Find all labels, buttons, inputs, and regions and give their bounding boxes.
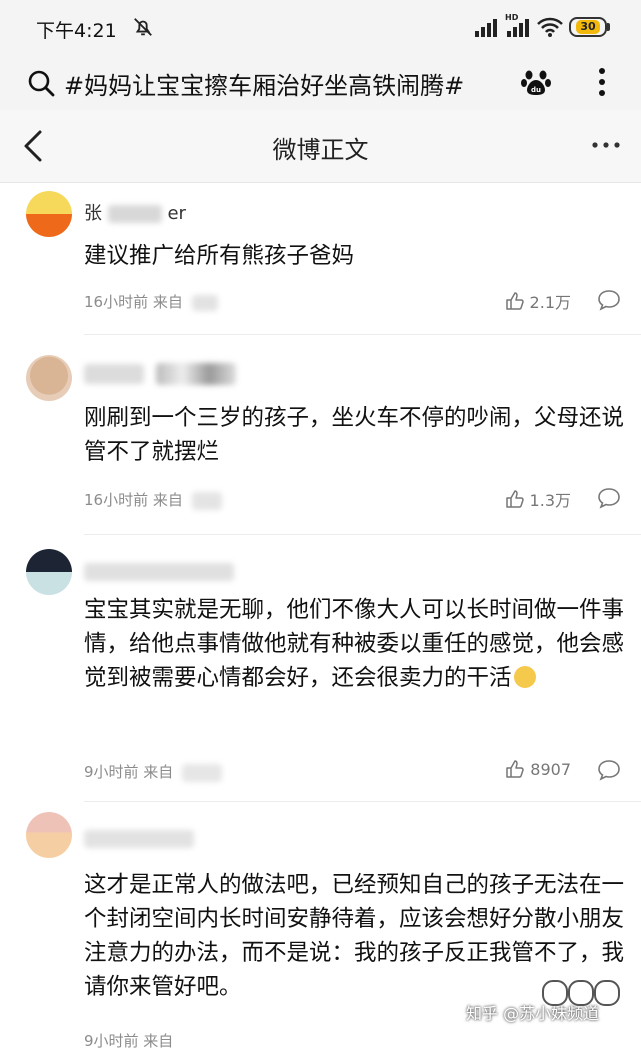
emoji-icon bbox=[542, 980, 568, 1006]
comment-username[interactable] bbox=[84, 561, 234, 582]
search-icon[interactable] bbox=[26, 68, 56, 98]
like-count: 1.3万 bbox=[529, 491, 571, 510]
thumbs-up-icon bbox=[505, 292, 524, 310]
emoji-stickers bbox=[542, 980, 622, 1006]
network-label: HD bbox=[505, 13, 519, 22]
comment-text: 建议推广给所有熊孩子爸妈 bbox=[84, 243, 355, 269]
comment-item: 刚刷到一个三岁的孩子，坐火车不停的吵闹，父母还说管不了就摆烂 16小时前 来自 … bbox=[0, 335, 641, 535]
comment-time: 16小时前 来自 bbox=[84, 293, 183, 311]
like-count: 2.1万 bbox=[529, 293, 571, 312]
signal-icon bbox=[473, 17, 499, 37]
comment-item: 张 er 建议推广给所有熊孩子爸妈 16小时前 来自 2.1万 bbox=[0, 183, 641, 335]
page-title: 微博正文 bbox=[272, 136, 369, 164]
username-prefix: 张 bbox=[84, 203, 102, 224]
comment-bubble-icon[interactable] bbox=[597, 759, 621, 781]
username-suffix: er bbox=[167, 203, 186, 224]
status-bar: 下午4:21 HD 30 bbox=[0, 0, 641, 56]
battery-icon: 30 bbox=[569, 17, 610, 37]
thumbs-up-icon bbox=[506, 760, 525, 778]
baidu-paw-icon[interactable]: du bbox=[520, 66, 552, 98]
comment-username[interactable] bbox=[84, 363, 236, 385]
more-vertical-icon[interactable] bbox=[596, 66, 608, 98]
comment-text: 刚刷到一个三岁的孩子，坐火车不停的吵闹，父母还说管不了就摆烂 bbox=[84, 405, 625, 465]
flushed-emoji-icon bbox=[513, 666, 536, 688]
status-indicators: HD 30 bbox=[473, 13, 610, 40]
comment-body: 宝宝其实就是无聊，他们不像大人可以长时间做一件事情，给他点事情做他就有种被委以重… bbox=[84, 597, 625, 691]
like-button[interactable]: 1.3万 bbox=[505, 487, 571, 511]
comment-item: 宝宝其实就是无聊，他们不像大人可以长时间做一件事情，给他点事情做他就有种被委以重… bbox=[0, 535, 641, 802]
avatar[interactable] bbox=[26, 355, 72, 401]
avatar[interactable] bbox=[26, 812, 72, 858]
comment-meta: 9小时前 来自 bbox=[84, 1030, 173, 1051]
comment-meta: 9小时前 来自 bbox=[84, 761, 223, 782]
comment-meta: 16小时前 来自 bbox=[84, 489, 222, 510]
svg-text:du: du bbox=[531, 86, 541, 94]
search-query[interactable]: #妈妈让宝宝擦车厢治好坐高铁闹腾# bbox=[64, 66, 464, 101]
comment-meta: 16小时前 来自 bbox=[84, 291, 218, 312]
comment-time: 9小时前 来自 bbox=[84, 763, 174, 781]
comment-time: 9小时前 来自 bbox=[84, 1032, 174, 1050]
emoji-icon bbox=[568, 980, 594, 1006]
emoji-icon bbox=[594, 980, 620, 1006]
comment-text: 宝宝其实就是无聊，他们不像大人可以长时间做一件事情，给他点事情做他就有种被委以重… bbox=[84, 593, 624, 695]
more-horizontal-icon[interactable] bbox=[591, 140, 621, 150]
comment-time: 16小时前 来自 bbox=[84, 491, 183, 509]
status-time: 下午4:21 bbox=[36, 20, 117, 42]
signal-hd-icon: HD bbox=[505, 13, 531, 37]
nav-bar: 微博正文 bbox=[0, 110, 641, 183]
comment-username[interactable] bbox=[84, 828, 194, 849]
avatar[interactable] bbox=[26, 549, 72, 595]
avatar[interactable] bbox=[26, 191, 72, 237]
search-bar[interactable]: #妈妈让宝宝擦车厢治好坐高铁闹腾# du bbox=[0, 56, 641, 111]
battery-level: 30 bbox=[576, 20, 600, 34]
comment-bubble-icon[interactable] bbox=[597, 289, 621, 311]
comment-username[interactable]: 张 er bbox=[84, 199, 186, 225]
thumbs-up-icon bbox=[505, 490, 524, 508]
like-button[interactable]: 2.1万 bbox=[505, 289, 571, 313]
like-button[interactable]: 8907 bbox=[505, 759, 571, 779]
comment-bubble-icon[interactable] bbox=[597, 487, 621, 509]
like-count: 8907 bbox=[530, 759, 571, 779]
bell-off-icon bbox=[134, 18, 152, 36]
wifi-icon bbox=[537, 17, 563, 37]
